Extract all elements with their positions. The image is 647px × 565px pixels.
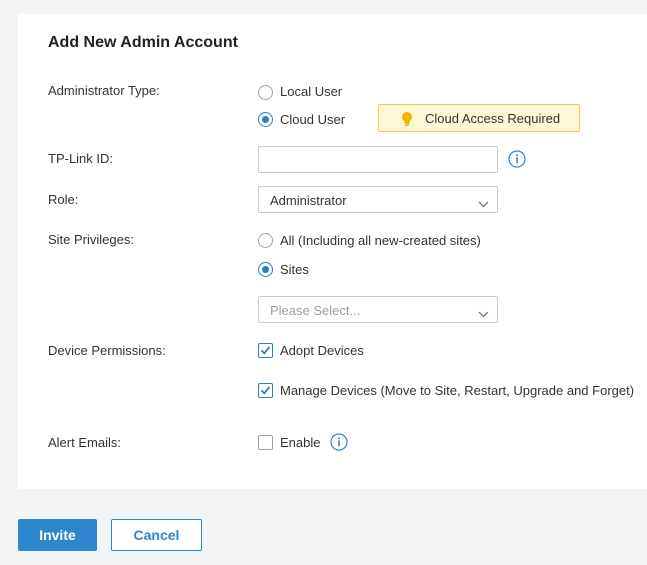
all-sites-radio[interactable] [258, 233, 273, 248]
admin-account-form: Add New Admin Account Administrator Type… [18, 14, 647, 489]
all-sites-label[interactable]: All (Including all new-created sites) [280, 233, 481, 248]
info-icon[interactable] [330, 433, 348, 454]
chevron-down-icon [478, 196, 489, 211]
role-select[interactable]: Administrator [258, 186, 498, 213]
enable-alert-emails-checkbox[interactable] [258, 435, 273, 450]
adopt-devices-label[interactable]: Adopt Devices [280, 343, 364, 358]
chevron-down-icon [478, 306, 489, 321]
enable-alert-emails-label[interactable]: Enable [280, 435, 320, 450]
role-selected-value: Administrator [270, 193, 347, 208]
cancel-button[interactable]: Cancel [111, 519, 202, 551]
form-title: Add New Admin Account [48, 34, 238, 51]
local-user-label[interactable]: Local User [280, 84, 342, 99]
sites-label[interactable]: Sites [280, 262, 309, 277]
device-permissions-label: Device Permissions: [48, 343, 166, 358]
cloud-access-text: Cloud Access Required [425, 111, 561, 126]
cloud-user-radio[interactable] [258, 112, 273, 127]
info-icon[interactable] [508, 150, 526, 171]
sites-select-placeholder: Please Select... [270, 303, 361, 318]
adopt-devices-checkbox[interactable] [258, 343, 273, 358]
alert-emails-label: Alert Emails: [48, 435, 121, 450]
role-label: Role: [48, 192, 79, 207]
sites-select[interactable]: Please Select... [258, 296, 498, 323]
sites-radio[interactable] [258, 262, 273, 277]
tplink-id-input[interactable] [258, 146, 498, 173]
cloud-user-label[interactable]: Cloud User [280, 112, 345, 127]
administrator-type-label: Administrator Type: [48, 83, 160, 98]
lightbulb-icon [401, 111, 413, 130]
invite-button[interactable]: Invite [18, 519, 97, 551]
site-privileges-label: Site Privileges: [48, 232, 134, 247]
manage-devices-checkbox[interactable] [258, 383, 273, 398]
local-user-radio[interactable] [258, 85, 273, 100]
cloud-access-badge: Cloud Access Required [378, 104, 580, 132]
tplink-id-label: TP-Link ID: [48, 151, 114, 166]
manage-devices-label[interactable]: Manage Devices (Move to Site, Restart, U… [280, 383, 634, 398]
